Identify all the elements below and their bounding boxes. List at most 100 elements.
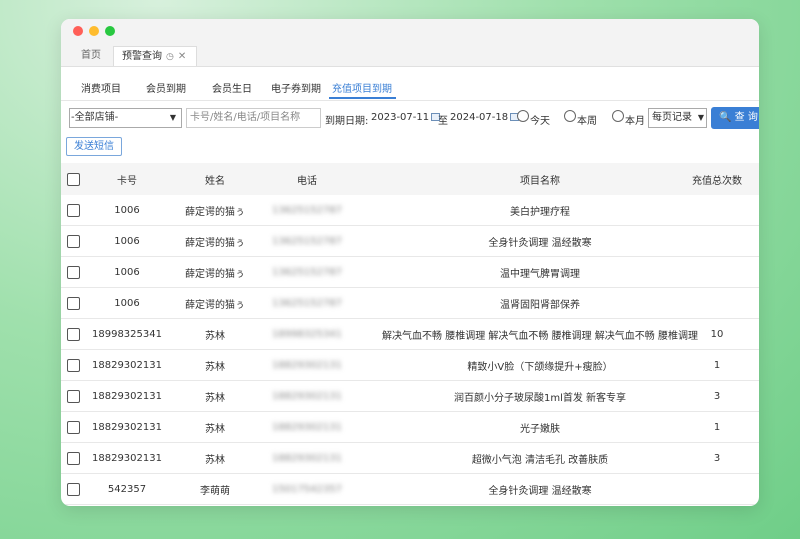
table-row[interactable]: 18829302131 苏林 18829302131 超微小气泡 清洁毛孔 改善… [61,443,759,474]
sub-nav: 消费项目 会员到期 会员生日 电子券到期 充值项目到期 [61,67,759,101]
radio-today[interactable] [517,110,529,122]
row-card: 1006 [114,204,140,216]
row-name: 薛定谔的猫ぅ [185,206,245,218]
col-item: 项目名称 [520,175,560,187]
row-item: 超微小气泡 清洁毛孔 改善肤质 [471,454,609,466]
table-row[interactable]: 1006 薛定谔的猫ぅ 13625152787 全身针灸调理 温经散寒 [61,226,759,257]
query-button[interactable]: 🔍 查 询 [711,107,759,129]
subnav-consumption-item[interactable]: 消费项目 [81,80,121,95]
date-from-value: 2023-07-11 [371,112,430,123]
date-separator: 至 [438,116,448,127]
row-card: 18998325341 [92,328,162,340]
results-table: 卡号 姓名 电话 项目名称 充值总次数 1006 薛定谔的猫ぅ 13625152… [61,163,759,505]
table-row[interactable]: 18998325341 苏林 18998325341 解决气血不畅 腰椎调理 解… [61,319,759,350]
row-card: 18829302131 [92,452,162,464]
table-row[interactable]: 542357 李萌萌 15017542357 全身针灸调理 温经散寒 [61,474,759,505]
subnav-coupon-expiry[interactable]: 电子券到期 [271,80,321,95]
subnav-member-expiry[interactable]: 会员到期 [146,80,186,95]
table-row[interactable]: 1006 薛定谔的猫ぅ 13625152787 温肾固阳肾部保养 [61,288,759,319]
row-phone: 13625152787 [272,204,342,216]
send-sms-button[interactable]: 发送短信 [66,137,122,156]
row-name: 苏林 [205,454,225,466]
date-to-field[interactable]: 2024-07-18 [450,108,520,128]
row-item: 全身针灸调理 温经散寒 [488,237,592,249]
chevron-down-icon: ▼ [697,113,704,122]
title-bar [61,19,759,43]
store-select[interactable]: -全部店铺- ▼ [69,108,182,128]
row-checkbox[interactable] [67,266,80,279]
select-all-checkbox[interactable] [67,173,80,186]
row-checkbox[interactable] [67,328,80,341]
row-name: 薛定谔的猫ぅ [185,299,245,311]
row-name: 薛定谔的猫ぅ [185,237,245,249]
radio-month-label: 本月 [625,116,645,127]
table-row[interactable]: 1006 薛定谔的猫ぅ 13625152787 温中理气脾胃调理 [61,257,759,288]
row-card: 18829302131 [92,359,162,371]
row-card: 18829302131 [92,421,162,433]
row-name: 苏林 [205,361,225,373]
radio-week-label: 本周 [577,116,597,127]
date-to-value: 2024-07-18 [450,112,509,123]
per-page-select[interactable]: 每页记录 ▼ [648,108,707,128]
row-item: 精致小V脸（下颌缘提升+瘦脸） [467,361,613,373]
tab-alert-query-label: 预警查询 [122,51,162,62]
row-card: 542357 [107,483,147,495]
table-header: 卡号 姓名 电话 项目名称 充值总次数 [61,163,759,195]
row-checkbox[interactable] [67,359,80,372]
row-checkbox[interactable] [67,452,80,465]
caret-down-icon: ▼ [169,113,176,122]
row-item: 温肾固阳肾部保养 [500,299,580,311]
close-icon[interactable]: ✕ [178,47,186,67]
row-checkbox[interactable] [67,483,80,496]
row-item: 解决气血不畅 腰椎调理 解决气血不畅 腰椎调理 解决气血不畅 腰椎调理 [382,330,698,342]
row-phone: 18829302131 [272,421,342,433]
row-checkbox[interactable] [67,235,80,248]
tab-alert-query[interactable]: 预警查询 ◷ ✕ [113,46,197,66]
row-checkbox[interactable] [67,297,80,310]
active-tab-indicator [329,97,396,99]
table-body: 1006 薛定谔的猫ぅ 13625152787 美白护理疗程 1006 薛定谔的… [61,195,759,505]
row-count: 3 [713,390,721,402]
row-count [679,195,755,225]
table-row[interactable]: 18829302131 苏林 18829302131 光子嫩肤 1 [61,412,759,443]
row-card: 18829302131 [92,390,162,402]
query-button-label: 查 询 [734,112,758,123]
keyword-input[interactable]: 卡号/姓名/电话/项目名称 [186,108,321,128]
row-item: 全身针灸调理 温经散寒 [488,485,592,497]
date-label: 到期日期: [325,116,369,127]
row-checkbox[interactable] [67,390,80,403]
radio-month[interactable] [612,110,624,122]
search-icon: 🔍 [719,112,732,123]
row-phone: 18829302131 [272,452,342,464]
row-count [679,257,755,287]
row-item: 润百颜小分子玻尿酸1ml首发 新客专享 [453,392,627,404]
date-from-field[interactable]: 2023-07-11 [371,108,441,128]
table-row[interactable]: 18829302131 苏林 18829302131 润百颜小分子玻尿酸1ml首… [61,381,759,412]
row-item: 温中理气脾胃调理 [500,268,580,280]
maximize-window-button[interactable] [105,26,115,36]
col-count: 充值总次数 [692,175,742,187]
row-name: 李萌萌 [200,485,230,497]
close-window-button[interactable] [73,26,83,36]
table-row[interactable]: 18829302131 苏林 18829302131 精致小V脸（下颌缘提升+瘦… [61,350,759,381]
minimize-window-button[interactable] [89,26,99,36]
row-count: 1 [713,421,721,433]
row-checkbox[interactable] [67,421,80,434]
per-page-value: 每页记录 [652,112,692,123]
row-phone: 13625152787 [272,235,342,247]
row-name: 苏林 [205,330,225,342]
row-name: 苏林 [205,423,225,435]
row-phone: 18998325341 [272,328,342,340]
subnav-member-birthday[interactable]: 会员生日 [212,80,252,95]
filter-bar: -全部店铺- ▼ 卡号/姓名/电话/项目名称 到期日期: 2023-07-11 至… [61,107,759,130]
table-row[interactable]: 1006 薛定谔的猫ぅ 13625152787 美白护理疗程 [61,195,759,226]
clock-icon: ◷ [166,52,174,62]
row-card: 1006 [114,266,140,278]
subnav-recharge-expiry[interactable]: 充值项目到期 [332,80,392,95]
row-name: 薛定谔的猫ぅ [185,268,245,280]
row-phone: 15017542357 [272,483,342,495]
row-checkbox[interactable] [67,204,80,217]
tab-home[interactable]: 首页 [72,46,110,66]
radio-week[interactable] [564,110,576,122]
tab-bar: 首页 预警查询 ◷ ✕ [61,43,759,67]
